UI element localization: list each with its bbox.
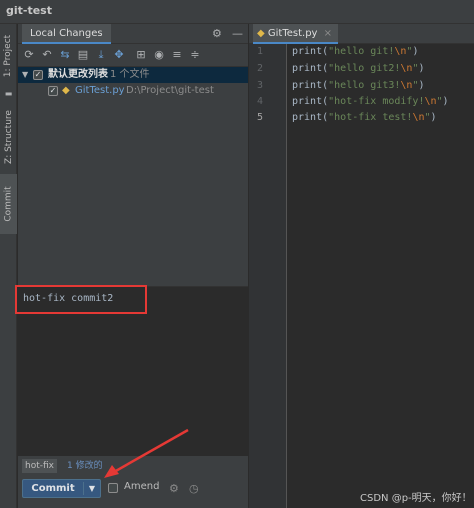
line-number: 1 bbox=[256, 46, 263, 57]
line-number: 3 bbox=[256, 80, 263, 91]
code-line: print("hello git3!\n") bbox=[292, 80, 425, 91]
tab-gittest-py[interactable]: ◆ GitTest.py × bbox=[253, 24, 339, 44]
code-line: print("hello git!\n") bbox=[292, 46, 419, 57]
code-line: print("hot-fix test!\n") bbox=[292, 112, 437, 123]
watermark: CSDN @p-明天，你好！ bbox=[360, 493, 472, 504]
editor-tabs: ◆ GitTest.py × bbox=[249, 24, 474, 44]
line-number: 2 bbox=[256, 63, 263, 74]
line-number: 5 bbox=[256, 112, 263, 123]
code-line: print("hot-fix modify!\n") bbox=[292, 96, 449, 107]
line-number-gutter: 1 2 3 4 5 bbox=[249, 44, 287, 508]
code-line: print("hello git2!\n") bbox=[292, 63, 425, 74]
line-number: 4 bbox=[256, 96, 263, 107]
close-icon[interactable]: × bbox=[324, 28, 332, 39]
python-file-icon: ◆ bbox=[257, 28, 265, 39]
